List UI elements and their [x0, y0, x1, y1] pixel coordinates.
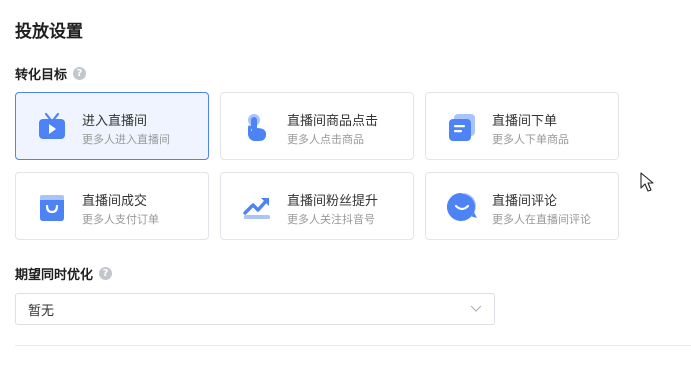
trend-up-icon — [243, 198, 270, 219]
tv-icon — [39, 112, 65, 139]
option-title: 直播间粉丝提升 — [287, 194, 379, 209]
option-subtitle: 更多人点击商品 — [287, 133, 364, 146]
order-list-icon — [449, 114, 475, 141]
goal-option-comments[interactable]: 直播间评论 更多人在直播间评论 — [425, 172, 619, 240]
goal-option-product-click[interactable]: 直播间商品点击 更多人点击商品 — [220, 92, 414, 160]
goal-label-row: 转化目标 ? — [15, 64, 87, 83]
tap-hand-icon — [248, 114, 266, 141]
option-title: 直播间下单 — [492, 114, 558, 129]
option-title: 进入直播间 — [82, 114, 148, 129]
option-subtitle: 更多人在直播间评论 — [492, 213, 591, 226]
chat-bubble-icon — [446, 192, 477, 221]
optimize-select[interactable]: 暂无 — [15, 293, 495, 325]
goal-option-place-order[interactable]: 直播间下单 更多人下单商品 — [425, 92, 619, 160]
question-circle-icon[interactable]: ? — [99, 267, 113, 280]
option-subtitle: 更多人下单商品 — [492, 133, 569, 146]
option-title: 直播间成交 — [82, 194, 148, 209]
question-circle-icon[interactable]: ? — [73, 67, 87, 80]
goal-option-followers[interactable]: 直播间粉丝提升 更多人关注抖音号 — [220, 172, 414, 240]
chevron-down-icon — [470, 305, 482, 312]
option-subtitle: 更多人支付订单 — [82, 213, 159, 226]
shopping-bag-icon — [40, 195, 64, 221]
optimize-label: 期望同时优化 — [15, 268, 94, 283]
option-subtitle: 更多人进入直播间 — [82, 133, 170, 146]
goal-label: 转化目标 — [15, 68, 68, 83]
option-subtitle: 更多人关注抖音号 — [287, 213, 375, 226]
divider — [15, 345, 691, 346]
optimize-select-value: 暂无 — [28, 303, 55, 319]
optimize-label-row: 期望同时优化 ? — [15, 264, 113, 283]
goal-option-purchase[interactable]: 直播间成交 更多人支付订单 — [15, 172, 209, 240]
goal-option-enter-room[interactable]: 进入直播间 更多人进入直播间 — [15, 92, 209, 160]
option-title: 直播间商品点击 — [287, 114, 379, 129]
option-title: 直播间评论 — [492, 194, 558, 209]
mouse-pointer-icon — [640, 172, 654, 192]
section-title: 投放设置 — [15, 22, 83, 42]
